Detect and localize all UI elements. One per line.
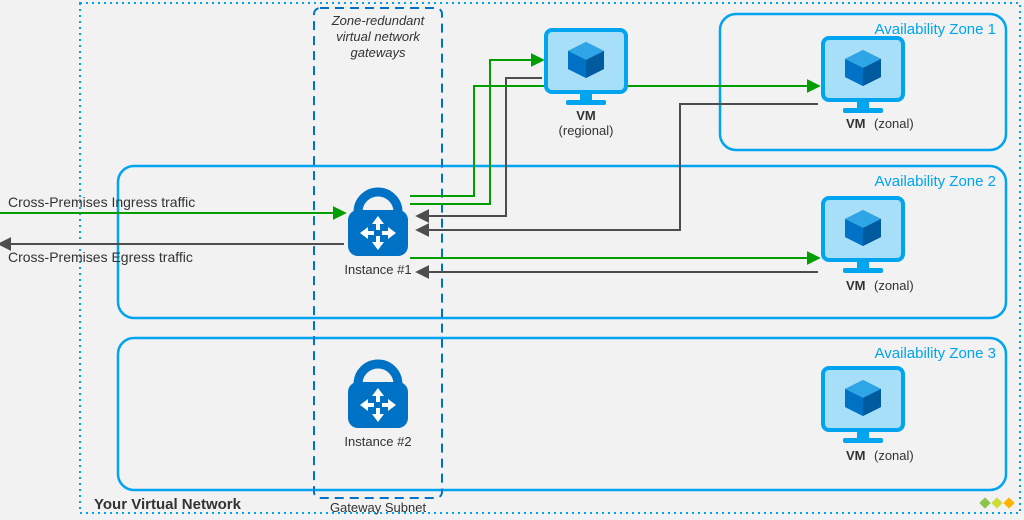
egress-label: Cross-Premises Egress traffic [8, 249, 193, 265]
vm-z1-sub: (zonal) [874, 116, 914, 131]
diagram-canvas: Availability Zone 1 Availability Zone 2 … [0, 0, 1024, 520]
gw-title-3: gateways [351, 45, 406, 60]
gateway-subnet-label: Gateway Subnet [330, 500, 427, 515]
vm-regional [546, 30, 626, 105]
gateway-instance-1 [348, 192, 408, 256]
vm-z2-label: VM [846, 278, 866, 293]
vnet-label: Your Virtual Network [94, 496, 241, 513]
vm-z3-sub: (zonal) [874, 448, 914, 463]
vm-z1-label: VM [846, 116, 866, 131]
gw-title-1: Zone-redundant [331, 13, 426, 28]
instance2-label: Instance #2 [344, 434, 411, 449]
zone-3-label: Availability Zone 3 [875, 345, 996, 362]
corner-ornament-icon [979, 497, 1014, 508]
gw-title-2: virtual network [336, 29, 421, 44]
ingress-label: Cross-Premises Ingress traffic [8, 194, 195, 210]
arrow-gw-to-regional [410, 60, 542, 204]
gateway-instance-2 [348, 364, 408, 428]
vm-z3-label: VM [846, 448, 866, 463]
instance1-label: Instance #1 [344, 262, 411, 277]
vm-regional-sub: (regional) [559, 123, 614, 138]
arrow-gw-to-zone1 [410, 86, 818, 196]
vm-zone3 [823, 368, 903, 443]
vm-z2-sub: (zonal) [874, 278, 914, 293]
vm-zone1 [823, 38, 903, 113]
zone-2-label: Availability Zone 2 [875, 173, 996, 190]
vm-zone2 [823, 198, 903, 273]
zone-1-label: Availability Zone 1 [875, 21, 996, 38]
vm-regional-label: VM [576, 108, 596, 123]
